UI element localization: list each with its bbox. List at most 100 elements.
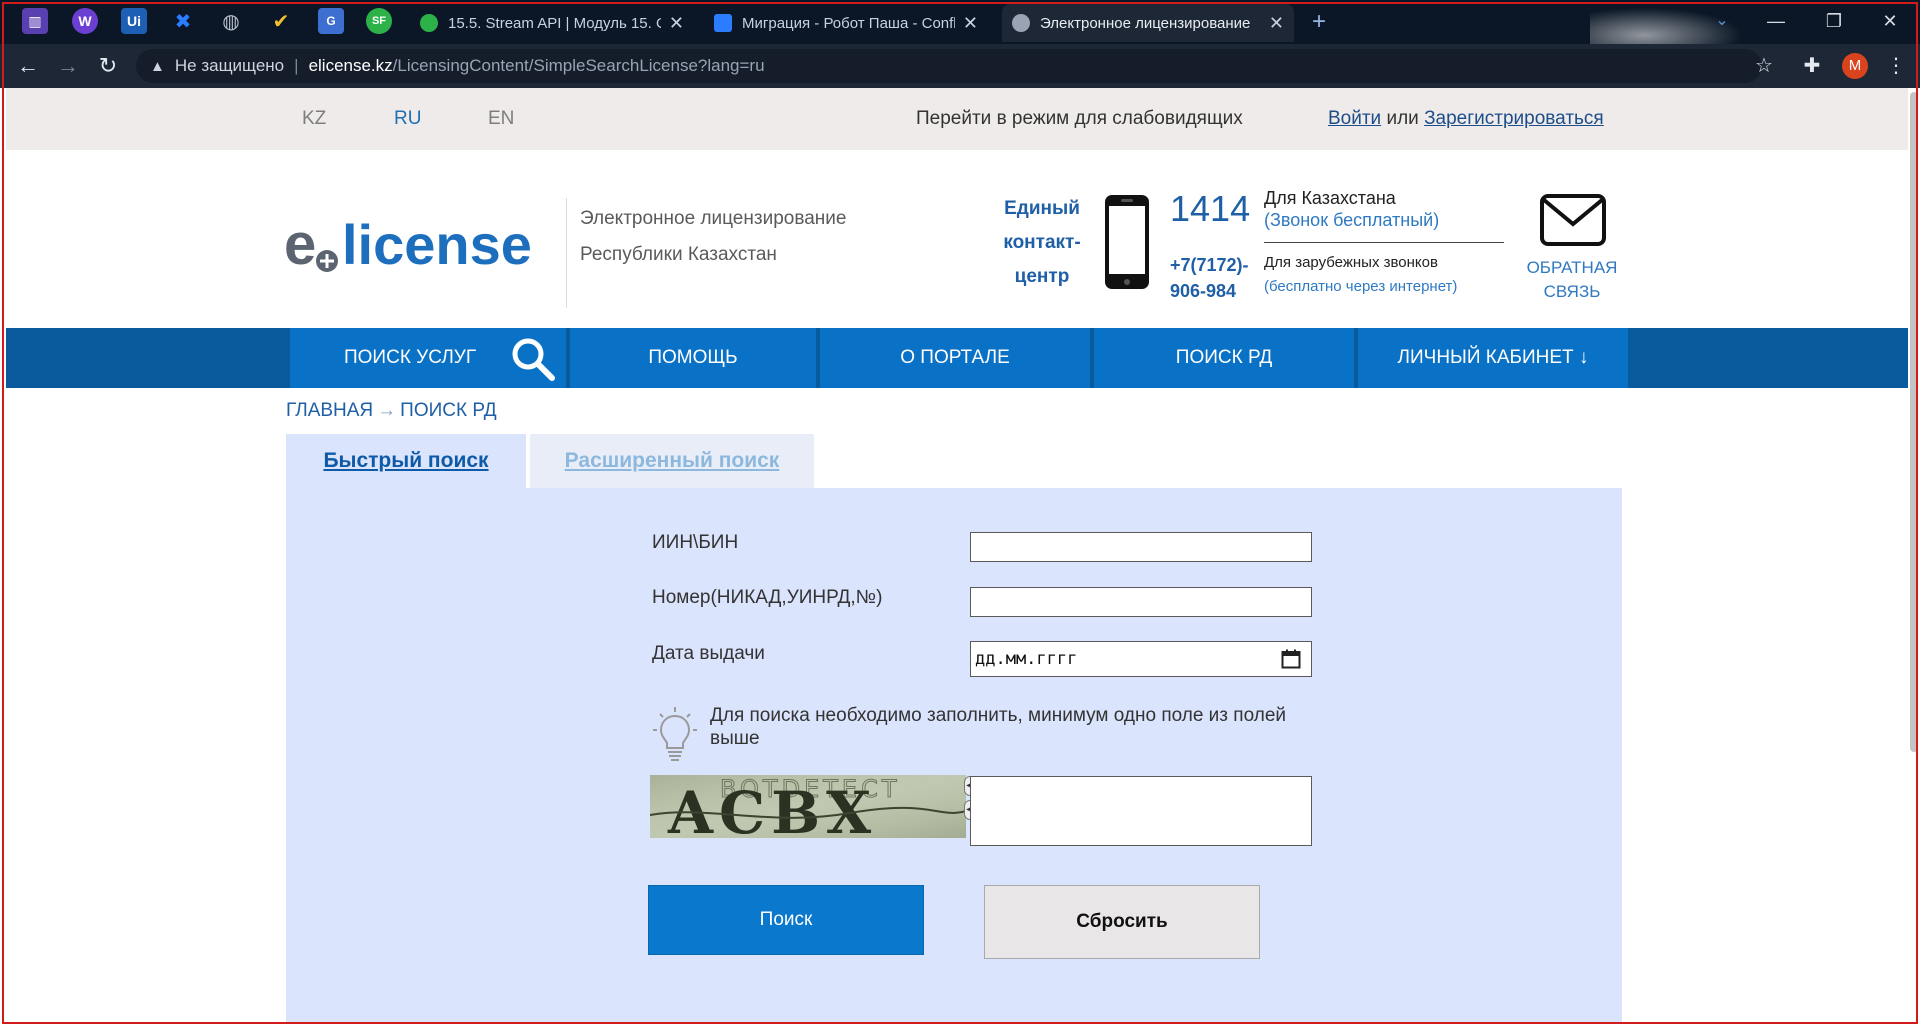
url-host: elicense.kz [308,56,393,75]
close-tab-icon[interactable]: ✕ [963,13,978,34]
page-content: KZ RU EN Перейти в режим для слабовидящи… [6,88,1908,1024]
close-tab-icon[interactable]: ✕ [1269,13,1284,34]
logo-divider [566,198,567,308]
warning-icon[interactable]: ▲ [150,58,165,75]
pinned-tab-globe-icon[interactable]: ◍ [218,8,244,34]
url-path: /LicensingContent/SimpleSearchLicense?la… [392,56,765,75]
lang-en[interactable]: EN [488,108,514,130]
phone-icon [1105,195,1149,289]
search-button[interactable]: Поиск [648,885,924,955]
close-window-button[interactable]: ✕ [1870,6,1910,36]
phone-short-note: (Звонок бесплатный) [1264,210,1440,230]
calendar-icon[interactable] [1281,649,1301,669]
minimize-button[interactable]: — [1756,6,1796,36]
tab-quick-search[interactable]: Быстрый поиск [286,434,526,488]
new-tab-button[interactable]: + [1312,8,1326,36]
phone-intl-line-2: 906-984 [1170,281,1237,301]
reload-button[interactable]: ↻ [94,52,122,80]
tab-strip: ▥ W Ui ✖ ◍ ✔ G SF 15.5. Stream API | Мод… [0,0,1920,44]
issue-date-input[interactable]: дд.мм.гггг [970,641,1312,677]
url-field[interactable]: ▲ Не защищено | elicense.kz /LicensingCo… [136,49,1762,83]
nav-search-rd[interactable]: ПОИСК РД [1094,328,1354,388]
feedback-line-1: ОБРАТНАЯ [1526,258,1618,277]
phone-intl-line-1: +7(7172)- [1170,255,1249,275]
iin-label: ИИН\БИН [652,532,739,553]
sf-favicon-icon [420,14,438,32]
pinned-tab-todo-icon[interactable]: ✔ [268,8,294,34]
confluence-favicon-icon [714,14,732,32]
main-navigation: ПОИСК УСЛУГ ПОМОЩЬ О ПОРТАЛЕ ПОИСК РД ЛИ… [6,328,1908,388]
extensions-icon[interactable]: ✚ [1798,52,1826,80]
top-strip: KZ RU EN Перейти в режим для слабовидящи… [6,88,1908,150]
phone-intl-note: (бесплатно через интернет) [1264,278,1458,295]
pinned-tab-translate-icon[interactable]: G [318,8,344,34]
contact-center-line-2: контакт- [1003,232,1081,253]
captcha-image: BOTDETECT ACBX [650,775,966,838]
pinned-tab-ui-icon[interactable]: Ui [121,8,147,34]
browser-chrome: ▥ W Ui ✖ ◍ ✔ G SF 15.5. Stream API | Мод… [0,0,1920,88]
search-panel [286,488,1622,1024]
logo-license: license [342,213,532,276]
restore-button[interactable]: ❐ [1814,6,1854,36]
search-hint: Для поиска необходимо заполнить, минимум… [710,705,1286,749]
browser-tab-elicense[interactable]: Электронное лицензирование ✕ [1002,4,1294,42]
tagline-line-1: Электронное лицензирование [580,208,847,229]
captcha-input[interactable] [970,776,1312,846]
phone-intl-label: Для зарубежных звонков [1264,254,1438,271]
auth-or: или [1386,108,1419,129]
pinned-tab-trello-icon[interactable]: ▥ [22,8,48,34]
security-status[interactable]: Не защищено [175,56,284,76]
theme-decoration [1590,0,1770,44]
login-link[interactable]: Войти [1328,108,1381,129]
elicense-logo[interactable]: e license [284,210,564,276]
nav-help[interactable]: ПОМОЩЬ [570,328,816,388]
page-scroll-thumb[interactable] [1910,92,1918,752]
nav-about[interactable]: О ПОРТАЛЕ [820,328,1090,388]
tab-search-icon[interactable]: ⌄ [1702,6,1742,36]
breadcrumb-current: ПОИСК РД [400,400,497,421]
forward-button[interactable]: → [54,52,82,80]
issue-date-label: Дата выдачи [652,643,765,664]
issue-date-placeholder: дд.мм.гггг [975,649,1078,669]
breadcrumb: ГЛАВНАЯ → ПОИСК РД [286,400,497,422]
profile-avatar[interactable]: M [1842,53,1868,79]
pinned-tab-sf-icon[interactable]: SF [366,8,392,34]
lang-kz[interactable]: KZ [302,108,326,130]
phone-intl-number[interactable]: +7(7172)- 906-984 [1170,252,1249,304]
back-button[interactable]: ← [14,52,42,80]
contact-center-line-1: Единый [1004,198,1080,219]
elicense-favicon-icon [1012,14,1030,32]
contact-center-title: Единый контакт- центр [992,192,1092,294]
feedback-link[interactable]: ОБРАТНАЯ СВЯЗЬ [1512,256,1632,304]
auth-links: Войти или Зарегистрироваться [1328,108,1604,130]
breadcrumb-home[interactable]: ГЛАВНАЯ [286,400,373,421]
lang-ru[interactable]: RU [394,108,421,130]
contact-divider [1264,242,1504,243]
nav-personal-cabinet[interactable]: ЛИЧНЫЙ КАБИНЕТ ↓ [1358,328,1628,388]
breadcrumb-arrow: → [377,400,397,421]
address-bar: ← → ↻ ▲ Не защищено | elicense.kz /Licen… [0,44,1920,88]
logo-e: e [284,212,316,276]
menu-icon[interactable]: ⋮ [1882,52,1910,80]
register-link[interactable]: Зарегистрироваться [1424,108,1604,129]
browser-tab-migration[interactable]: Миграция - Робот Паша - Confl ✕ [704,4,988,42]
phone-short-number[interactable]: 1414 [1170,188,1250,230]
mail-icon[interactable] [1540,194,1606,246]
browser-tab-stream-api[interactable]: 15.5. Stream API | Модуль 15. Ос ✕ [410,4,694,42]
url-separator: | [294,56,299,75]
captcha-text: ACBX [667,779,877,838]
feedback-line-2: СВЯЗЬ [1543,282,1601,301]
low-vision-link[interactable]: Перейти в режим для слабовидящих [916,108,1243,130]
search-icon[interactable] [510,336,556,382]
nav-search-services-label: ПОИСК УСЛУГ [344,347,477,368]
pinned-tab-webex-icon[interactable]: W [72,8,98,34]
pinned-tab-confluence-icon[interactable]: ✖ [170,8,196,34]
lightbulb-icon [653,707,697,761]
tagline-line-2: Республики Казахстан [580,244,777,265]
bookmark-star-icon[interactable]: ☆ [1750,52,1778,80]
tab-extended-search[interactable]: Расширенный поиск [530,434,814,488]
close-tab-icon[interactable]: ✕ [669,13,684,34]
reset-button[interactable]: Сбросить [984,885,1260,959]
number-input[interactable] [970,587,1312,617]
iin-input[interactable] [970,532,1312,562]
